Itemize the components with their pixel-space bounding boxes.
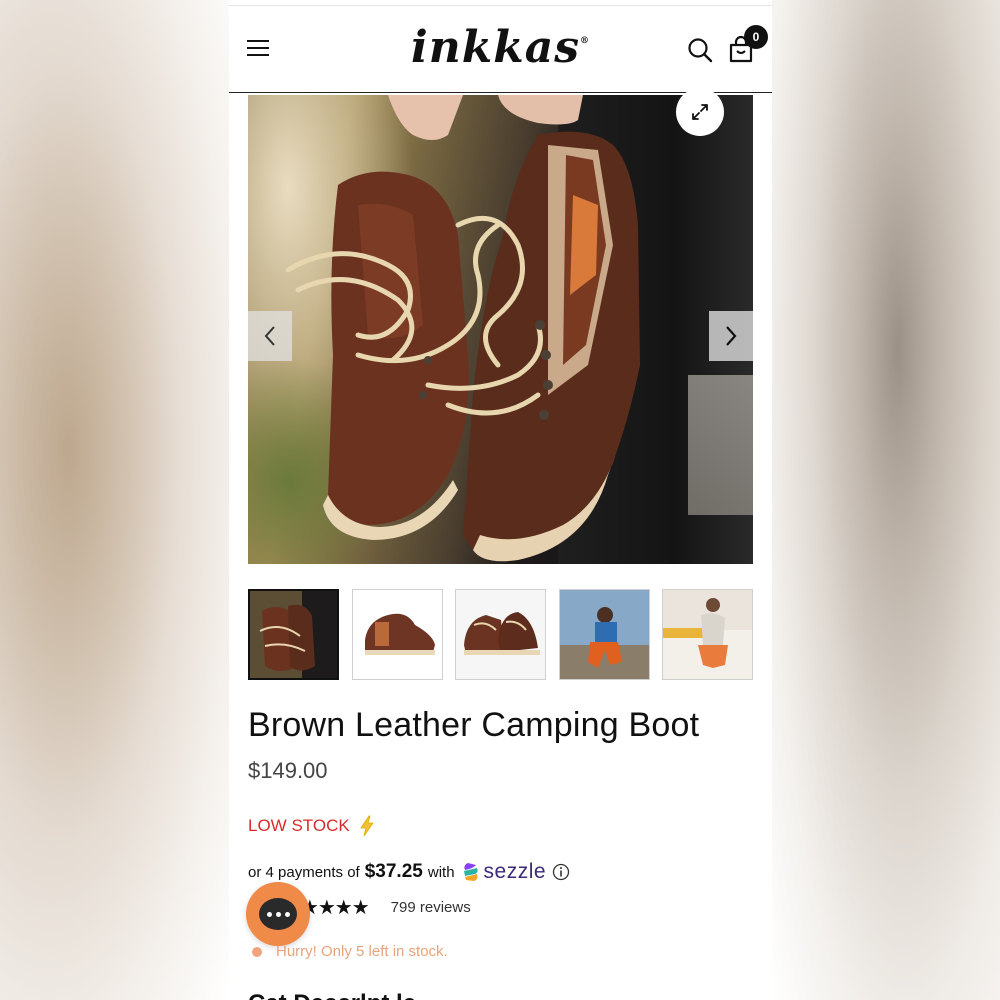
registered-mark: ® bbox=[579, 36, 590, 46]
product-main-image[interactable] bbox=[248, 95, 753, 564]
sezzle-logo[interactable]: sezzle bbox=[461, 860, 547, 884]
chevron-left-icon bbox=[264, 326, 275, 346]
stock-dot-icon bbox=[252, 946, 262, 957]
lightning-icon bbox=[359, 815, 374, 837]
thumbnail-2[interactable] bbox=[352, 589, 443, 680]
sezzle-icon bbox=[463, 863, 478, 881]
review-count: 799 reviews bbox=[390, 899, 471, 916]
background-left bbox=[0, 0, 230, 1000]
background-right bbox=[772, 0, 1000, 1000]
low-stock-label: LOW STOCK bbox=[248, 815, 376, 837]
product-price: $149.00 bbox=[248, 758, 328, 783]
low-stock-text: LOW STOCK bbox=[248, 816, 350, 835]
stock-warning: Hurry! Only 5 left in stock. bbox=[248, 943, 448, 960]
thumbnail-strip bbox=[248, 589, 753, 681]
site-header: inkkas® 0 bbox=[229, 6, 772, 93]
installment-prefix: or 4 payments of bbox=[248, 863, 360, 881]
installment-with: with bbox=[427, 863, 455, 881]
thumbnail-3[interactable] bbox=[455, 589, 546, 680]
expand-icon[interactable] bbox=[676, 88, 724, 136]
previous-image-button[interactable] bbox=[248, 311, 292, 361]
stock-warning-text: Hurry! Only 5 left in stock. bbox=[276, 943, 448, 960]
installment-amount: $37.25 bbox=[364, 861, 423, 882]
brand-name: inkkas bbox=[411, 22, 580, 73]
cart-count-badge: 0 bbox=[744, 25, 768, 49]
thumbnail-4[interactable] bbox=[559, 589, 650, 680]
sezzle-wordmark: sezzle bbox=[483, 860, 547, 883]
chevron-right-icon bbox=[726, 326, 737, 346]
info-icon[interactable] bbox=[552, 863, 570, 881]
product-title: Brown Leather Camping Boot bbox=[248, 706, 700, 744]
thumbnail-1[interactable] bbox=[248, 589, 339, 680]
search-icon[interactable] bbox=[686, 36, 714, 64]
phone-screen: inkkas® 0 Brown Leather Camping Boot $14… bbox=[229, 0, 772, 1000]
chat-bubble-icon bbox=[259, 898, 297, 930]
section-heading: Cat Deccrlpt le bbox=[248, 990, 416, 1000]
installment-offer: or 4 payments of $37.25 with sezzle bbox=[248, 860, 570, 884]
next-image-button[interactable] bbox=[709, 311, 753, 361]
thumbnail-5[interactable] bbox=[662, 589, 753, 680]
chat-button[interactable] bbox=[246, 882, 310, 946]
